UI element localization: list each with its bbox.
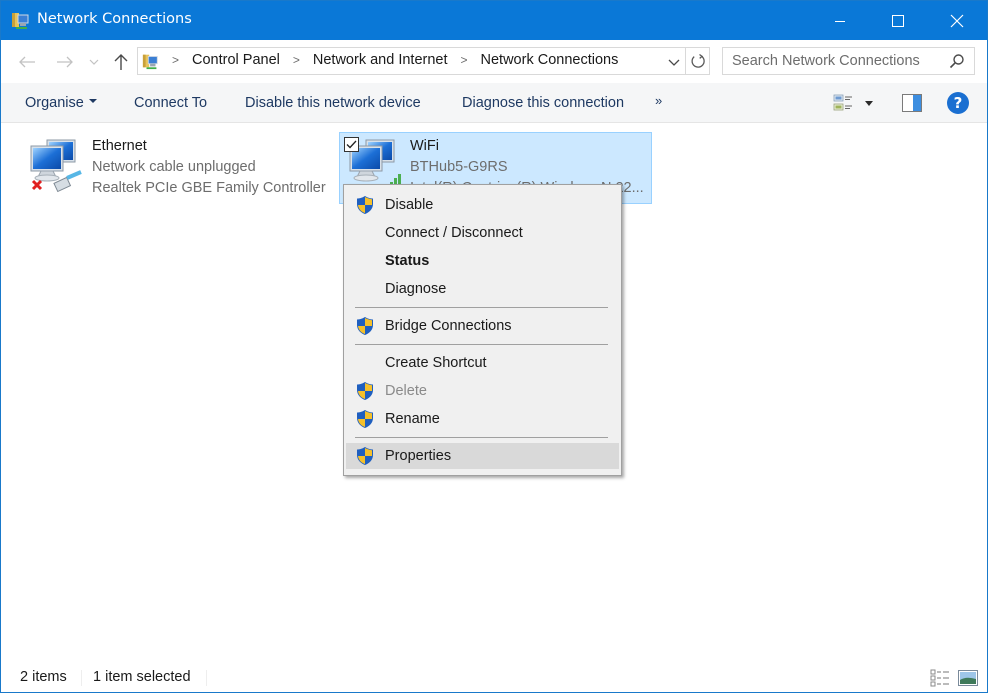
selected-count: 1 item selected xyxy=(93,669,191,685)
uac-shield-icon xyxy=(357,447,373,465)
connection-status: BTHub5-G9RS xyxy=(410,159,508,175)
maximize-icon xyxy=(892,14,904,27)
connection-item-ethernet[interactable]: Ethernet Network cable unplugged Realtek… xyxy=(19,132,337,204)
breadcrumb-separator-icon[interactable]: > xyxy=(461,53,468,67)
menu-item-create-shortcut[interactable]: Create Shortcut xyxy=(346,350,619,376)
menu-item-label: Diagnose xyxy=(385,281,447,297)
address-bar[interactable]: > Control Panel > Network and Internet >… xyxy=(137,47,710,75)
back-button[interactable] xyxy=(14,50,40,74)
menu-item-label: Create Shortcut xyxy=(385,355,487,371)
up-button[interactable] xyxy=(108,50,134,74)
breadcrumb-network-connections[interactable]: Network Connections xyxy=(481,52,619,68)
search-box[interactable] xyxy=(722,47,975,75)
uac-shield-icon xyxy=(357,410,373,428)
item-count: 2 items xyxy=(20,669,67,685)
menu-separator xyxy=(355,344,608,345)
breadcrumb-network-and-internet[interactable]: Network and Internet xyxy=(313,52,448,68)
ethernet-disconnected-icon xyxy=(30,139,82,193)
address-history-dropdown[interactable] xyxy=(665,53,683,71)
disable-network-device-button[interactable]: Disable this network device xyxy=(245,95,421,111)
change-view-icon[interactable] xyxy=(833,93,853,113)
breadcrumb: > Control Panel > Network and Internet >… xyxy=(168,52,618,68)
selection-checkbox[interactable] xyxy=(344,137,359,152)
large-icons-view-icon[interactable] xyxy=(958,669,978,687)
chevron-down-icon xyxy=(668,59,680,66)
connection-details: Ethernet Network cable unplugged Realtek… xyxy=(92,136,326,199)
close-button[interactable] xyxy=(928,1,986,40)
status-divider xyxy=(206,670,207,686)
connection-status: Network cable unplugged xyxy=(92,159,256,175)
search-input[interactable] xyxy=(723,48,943,74)
minimize-icon xyxy=(835,20,845,22)
menu-item-diagnose[interactable]: Diagnose xyxy=(346,276,619,302)
minimize-button[interactable] xyxy=(811,1,869,40)
chevron-down-icon xyxy=(89,59,99,65)
window-title: Network Connections xyxy=(37,11,192,27)
forward-button[interactable] xyxy=(52,50,78,74)
caret-down-icon xyxy=(88,99,97,104)
network-connections-window: Network Connections > Control Panel > Ne… xyxy=(0,0,988,693)
menu-item-label: Delete xyxy=(385,383,427,399)
menu-item-label: Status xyxy=(385,253,430,269)
connection-name: Ethernet xyxy=(92,138,147,154)
command-bar: Organise Connect To Disable this network… xyxy=(1,83,987,123)
menu-item-bridge-connections[interactable]: Bridge Connections xyxy=(346,313,619,339)
context-menu: Disable Connect / Disconnect Status Diag… xyxy=(343,184,622,476)
menu-item-delete: Delete xyxy=(346,378,619,404)
preview-pane-icon[interactable] xyxy=(902,94,922,112)
uac-shield-icon xyxy=(357,317,373,335)
arrow-left-icon xyxy=(19,56,35,68)
menu-separator xyxy=(355,307,608,308)
diagnose-connection-button[interactable]: Diagnose this connection xyxy=(462,95,624,111)
connect-to-button[interactable]: Connect To xyxy=(134,95,207,111)
status-bar: 2 items 1 item selected xyxy=(1,663,987,692)
breadcrumb-separator-icon[interactable]: > xyxy=(293,53,300,67)
menu-separator xyxy=(355,437,608,438)
connection-adapter: Realtek PCIe GBE Family Controller xyxy=(92,180,326,196)
arrow-right-icon xyxy=(57,56,73,68)
menu-item-label: Bridge Connections xyxy=(385,318,512,334)
view-options-dropdown-icon[interactable] xyxy=(865,101,873,106)
breadcrumb-control-panel[interactable]: Control Panel xyxy=(192,52,280,68)
details-view-icon[interactable] xyxy=(930,669,950,687)
refresh-button[interactable] xyxy=(685,48,710,74)
menu-item-disable[interactable]: Disable xyxy=(346,192,619,218)
menu-item-label: Disable xyxy=(385,197,434,213)
recent-locations-button[interactable] xyxy=(84,50,104,74)
menu-item-rename[interactable]: Rename xyxy=(346,406,619,432)
menu-item-properties[interactable]: Properties xyxy=(346,443,619,469)
breadcrumb-separator-icon[interactable]: > xyxy=(172,53,179,67)
title-bar[interactable]: Network Connections xyxy=(1,1,987,40)
uac-shield-icon xyxy=(357,382,373,400)
help-button[interactable]: ? xyxy=(947,92,969,114)
network-connections-app-icon xyxy=(12,13,29,29)
menu-item-status[interactable]: Status xyxy=(346,248,619,274)
search-icon[interactable] xyxy=(949,53,965,69)
organise-menu-button[interactable]: Organise xyxy=(25,95,97,111)
menu-item-connect-disconnect[interactable]: Connect / Disconnect xyxy=(346,220,619,246)
close-icon xyxy=(950,14,964,27)
arrow-up-icon xyxy=(114,54,128,70)
connection-name: WiFi xyxy=(410,138,439,154)
menu-item-label: Rename xyxy=(385,411,440,427)
status-divider xyxy=(81,670,82,686)
organise-label: Organise xyxy=(25,95,84,111)
navigation-bar: > Control Panel > Network and Internet >… xyxy=(1,40,987,83)
uac-shield-icon xyxy=(357,196,373,214)
maximize-button[interactable] xyxy=(869,1,927,40)
menu-item-label: Connect / Disconnect xyxy=(385,225,523,241)
checkmark-icon xyxy=(346,140,357,149)
network-connections-location-icon xyxy=(142,54,158,70)
refresh-icon xyxy=(691,53,705,68)
menu-item-label: Properties xyxy=(385,448,452,464)
more-commands-button[interactable]: » xyxy=(655,93,662,108)
